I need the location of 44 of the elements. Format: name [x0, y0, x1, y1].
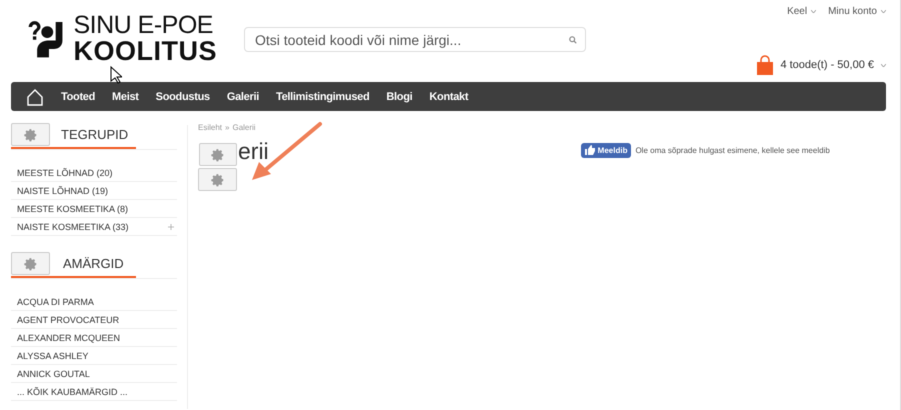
like-button[interactable]: Meeldib [580, 142, 632, 158]
logo-text: KOOLITUS [74, 38, 217, 64]
gear-icon [24, 256, 38, 270]
breadcrumb-separator: » [225, 123, 230, 132]
nav-link[interactable]: Galerii [226, 90, 259, 102]
like-text: Ole oma sõprade hulgast esimene, kellele see meeldib [635, 146, 830, 154]
category-item[interactable]: NAISTE KOSMEETIKA (33) [11, 218, 177, 236]
nav-link[interactable]: Tooted [61, 90, 96, 102]
category-item[interactable]: MEESTE KOSMEETIKA (8) [11, 200, 177, 218]
nav-link[interactable]: Meist [112, 90, 139, 102]
settings-button[interactable] [11, 252, 50, 275]
cart-link[interactable]: 4 toode(t) - 50,00 € [780, 59, 874, 71]
page-title: erii [238, 138, 269, 164]
caret-icon [811, 10, 816, 13]
nav-link[interactable]: Blogi [386, 90, 412, 102]
caret-icon [881, 10, 886, 13]
category-item[interactable]: ... KÕIK KAUBAMÄRGID ... [11, 383, 177, 401]
category-item[interactable]: NAISTE LÕHNAD (19) [11, 182, 177, 200]
logo-text: SINU E-POE [74, 12, 214, 38]
nav-link[interactable]: Kontakt [429, 90, 468, 102]
settings-button[interactable] [198, 168, 237, 191]
thumbs-up-icon [584, 145, 595, 155]
nav-link[interactable]: Soodustus [156, 90, 210, 102]
category-item[interactable]: AGENT PROVOCATEUR [11, 311, 177, 329]
caret-icon [881, 64, 886, 66]
gear-icon [211, 148, 225, 162]
nav-link[interactable]: Tellimistingimused [276, 90, 370, 102]
category-item[interactable]: ALYSSA ASHLEY [11, 347, 177, 365]
dropdown-link[interactable]: Keel [787, 6, 808, 17]
cursor-icon [110, 66, 122, 84]
category-item[interactable]: ALEXANDER MCQUEEN [11, 329, 177, 347]
category-item[interactable]: ANNICK GOUTAL [11, 365, 177, 383]
shopping-bag-icon [757, 55, 774, 75]
settings-button[interactable] [199, 143, 237, 166]
category-item[interactable]: MEESTE LÕHNAD (20) [11, 164, 177, 182]
home-icon[interactable] [26, 88, 44, 106]
dropdown-link[interactable]: Minu konto [828, 6, 877, 17]
plus-icon[interactable] [168, 224, 174, 230]
search-icon [569, 36, 577, 44]
settings-button[interactable] [11, 123, 50, 146]
search-field[interactable]: Otsi tooteid koodi või nime järgi... [244, 27, 586, 52]
gear-icon [24, 128, 38, 142]
category-item[interactable]: ACQUA DI PARMA [11, 293, 177, 311]
gear-icon [210, 172, 224, 186]
